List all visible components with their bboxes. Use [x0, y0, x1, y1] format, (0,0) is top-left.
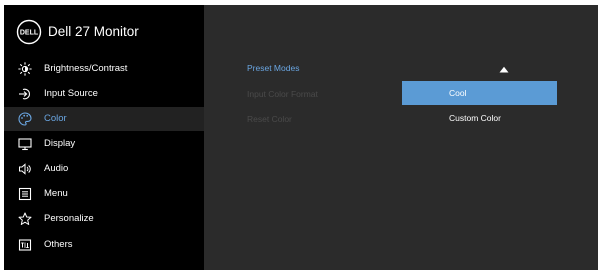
option-label: Cool	[449, 88, 467, 98]
monitor-title: Dell 27 Monitor	[48, 24, 139, 39]
submenu-preset-modes[interactable]: Preset Modes	[247, 63, 299, 74]
submenu-input-color-format: Input Color Format	[247, 89, 318, 99]
color-palette-icon	[18, 112, 32, 126]
sidebar-item-label: Others	[44, 239, 73, 250]
screen-frame: DELL Dell 27 Monitor Brightness/Contrast	[0, 0, 601, 273]
sidebar-item-input-source[interactable]: Input Source	[4, 82, 204, 106]
sidebar-item-audio[interactable]: Audio	[4, 157, 204, 181]
option-custom-color[interactable]: Custom Color	[402, 106, 557, 130]
monitor-osd: DELL Dell 27 Monitor Brightness/Contrast	[4, 5, 598, 270]
logo-text: DELL	[20, 30, 39, 37]
sidebar: DELL Dell 27 Monitor Brightness/Contrast	[4, 5, 204, 270]
submenu-reset-color: Reset Color	[247, 114, 292, 124]
option-cool[interactable]: Cool	[402, 81, 557, 105]
sidebar-item-color[interactable]: Color	[4, 107, 204, 131]
others-icon	[18, 239, 32, 251]
input-source-icon	[19, 88, 30, 100]
display-icon	[18, 138, 32, 151]
sidebar-item-label: Input Source	[44, 88, 98, 99]
sidebar-item-label: Audio	[44, 163, 69, 174]
sidebar-item-label: Brightness/Contrast	[44, 63, 128, 74]
sidebar-item-personalize[interactable]: Personalize	[4, 207, 204, 231]
brightness-icon	[18, 62, 32, 76]
menu-icon	[18, 187, 32, 201]
sidebar-item-display[interactable]: Display	[4, 132, 204, 156]
sidebar-item-label: Personalize	[44, 213, 94, 224]
sidebar-item-others[interactable]: Others	[4, 233, 204, 257]
option-label: Custom Color	[449, 113, 501, 123]
sidebar-item-label: Menu	[44, 188, 68, 199]
sidebar-item-label: Display	[44, 138, 76, 149]
scroll-up-arrow-icon[interactable]	[499, 66, 509, 73]
sidebar-item-brightness-contrast[interactable]: Brightness/Contrast	[4, 57, 204, 81]
brand-header: DELL Dell 27 Monitor	[4, 5, 204, 47]
sidebar-item-menu[interactable]: Menu	[4, 182, 204, 206]
star-icon	[18, 212, 32, 225]
dell-logo: DELL	[16, 19, 42, 45]
speaker-icon	[19, 163, 31, 175]
sidebar-item-label: Color	[44, 113, 67, 124]
